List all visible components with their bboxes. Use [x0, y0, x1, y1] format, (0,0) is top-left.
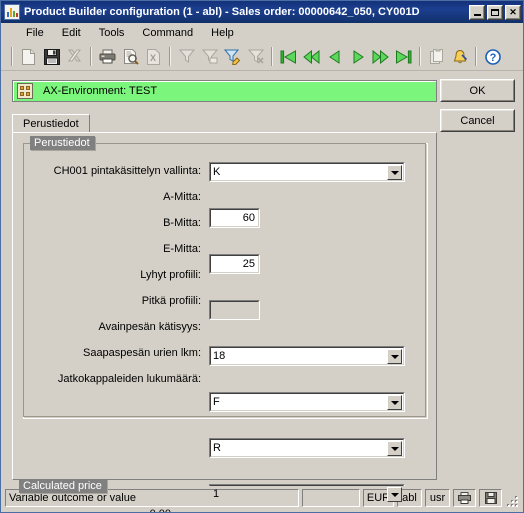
e-mitta-input	[209, 300, 260, 320]
copy-icon	[425, 46, 448, 68]
toolbar-separator	[271, 47, 273, 66]
close-icon: ✕	[509, 6, 517, 17]
environment-label: AX-Environment: TEST	[43, 85, 158, 97]
toolbar: X ?	[1, 43, 523, 71]
menu-item-help[interactable]: Help	[202, 25, 243, 41]
field-label-avainpesan-katisyys: Avainpesän kätisyys:	[98, 321, 201, 333]
window-controls: ✕	[469, 4, 521, 20]
group-title-perustiedot: Perustiedot	[30, 136, 95, 150]
previous-page-icon[interactable]	[300, 46, 323, 68]
filter-by-selection-icon[interactable]	[221, 46, 244, 68]
b-mitta-input[interactable]: 25	[209, 254, 260, 274]
previous-record-icon[interactable]	[323, 46, 346, 68]
tab-perustiedot[interactable]: Perustiedot	[12, 114, 90, 133]
avainpesan-katisyys-combo[interactable]: R	[209, 438, 405, 458]
help-icon[interactable]: ?	[481, 46, 504, 68]
ch001-value: K	[213, 166, 221, 178]
save-icon[interactable]	[40, 46, 63, 68]
avainpesan-katisyys-value: R	[213, 442, 221, 454]
ok-button[interactable]: OK	[440, 79, 515, 102]
title-bar: Product Builder configuration (1 - abl) …	[1, 1, 523, 23]
dialog-button-column: OK Cancel	[440, 79, 515, 132]
chevron-down-icon[interactable]	[387, 165, 402, 180]
menu-bar: File Edit Tools Command Help	[1, 23, 523, 43]
printer-icon[interactable]	[453, 488, 476, 507]
chevron-down-icon[interactable]	[387, 441, 402, 456]
saapaspesan-urien-lkm-value: 1	[213, 488, 220, 500]
window-title: Product Builder configuration (1 - abl) …	[24, 6, 420, 18]
pitka-profiili-value: F	[213, 396, 220, 408]
client-area: AX-Environment: TEST OK Cancel Perustied…	[1, 72, 523, 512]
filter-by-grid-icon	[198, 46, 221, 68]
filter-by-field-icon	[175, 46, 198, 68]
delete-icon	[63, 46, 86, 68]
new-icon[interactable]	[17, 46, 40, 68]
a-mitta-input[interactable]: 60	[209, 208, 260, 228]
print-icon[interactable]	[96, 46, 119, 68]
tab-strip: Perustiedot	[12, 114, 90, 133]
field-label-jatkokappaleiden-lukumaara: Jatkokappaleiden lukumäärä:	[57, 373, 201, 385]
chevron-down-icon[interactable]	[387, 487, 402, 502]
minimize-button[interactable]	[469, 4, 485, 20]
menu-item-edit[interactable]: Edit	[53, 25, 90, 41]
status-blank-panel	[302, 488, 360, 507]
status-user: usr	[425, 488, 450, 507]
ch001-pintakasittelyn-vallinta-combo[interactable]: K	[209, 162, 405, 182]
b-mitta-value: 25	[242, 258, 255, 270]
save-indicator-icon[interactable]	[479, 488, 502, 507]
product-builder-window: Product Builder configuration (1 - abl) …	[0, 0, 524, 513]
last-record-icon[interactable]	[392, 46, 415, 68]
cancel-button[interactable]: Cancel	[440, 109, 515, 132]
menu-item-file[interactable]: File	[17, 25, 53, 41]
group-perustiedot: Perustiedot CH001 pintakäsittelyn vallin…	[23, 136, 428, 504]
field-label-ch001: CH001 pintakäsittelyn vallinta:	[53, 165, 201, 177]
ok-button-label: OK	[469, 84, 486, 97]
environment-banner: AX-Environment: TEST	[12, 80, 437, 102]
field-label-b-mitta: B-Mitta:	[163, 217, 201, 229]
tab-page-perustiedot: Perustiedot CH001 pintakäsittelyn vallin…	[12, 132, 437, 504]
toolbar-separator	[11, 47, 13, 66]
svg-text:X: X	[150, 53, 156, 63]
first-record-icon[interactable]	[277, 46, 300, 68]
menu-item-tools[interactable]: Tools	[90, 25, 134, 41]
a-mitta-value: 60	[242, 212, 255, 224]
toolbar-separator	[90, 47, 92, 66]
toolbar-separator	[419, 47, 421, 66]
cancel-button-label: Cancel	[460, 114, 495, 127]
field-label-e-mitta: E-Mitta:	[163, 243, 201, 255]
chevron-down-icon[interactable]	[387, 395, 402, 410]
field-label-lyhyt-profiili: Lyhyt profiili:	[140, 269, 201, 281]
toolbar-separator	[169, 47, 171, 66]
resize-grip[interactable]	[505, 494, 519, 508]
field-label-pitka-profiili: Pitkä profiili:	[141, 295, 201, 307]
svg-text:?: ?	[489, 52, 496, 64]
export-to-excel-icon: X	[142, 46, 165, 68]
next-page-icon[interactable]	[369, 46, 392, 68]
tab-label: Perustiedot	[23, 118, 79, 130]
remove-filter-icon	[244, 46, 267, 68]
field-label-saapaspesan-urien-lkm: Saapaspesän urien lkm:	[82, 347, 201, 359]
print-preview-icon[interactable]	[119, 46, 142, 68]
pitka-profiili-combo[interactable]: F	[209, 392, 405, 412]
sales-price-value: 0.00	[150, 508, 171, 512]
close-button[interactable]: ✕	[505, 4, 521, 20]
lyhyt-profiili-combo[interactable]: 18	[209, 346, 405, 366]
field-label-a-mitta: A-Mitta:	[163, 191, 201, 203]
alert-icon[interactable]	[448, 46, 471, 68]
maximize-button[interactable]	[487, 4, 503, 20]
group-title-calculated-price: Calculated price	[19, 479, 107, 493]
environment-icon	[17, 83, 33, 99]
toolbar-separator	[475, 47, 477, 66]
lyhyt-profiili-value: 18	[213, 350, 226, 362]
menu-item-command[interactable]: Command	[133, 25, 202, 41]
chevron-down-icon[interactable]	[387, 349, 402, 364]
app-window-icon	[4, 4, 20, 20]
next-record-icon[interactable]	[346, 46, 369, 68]
